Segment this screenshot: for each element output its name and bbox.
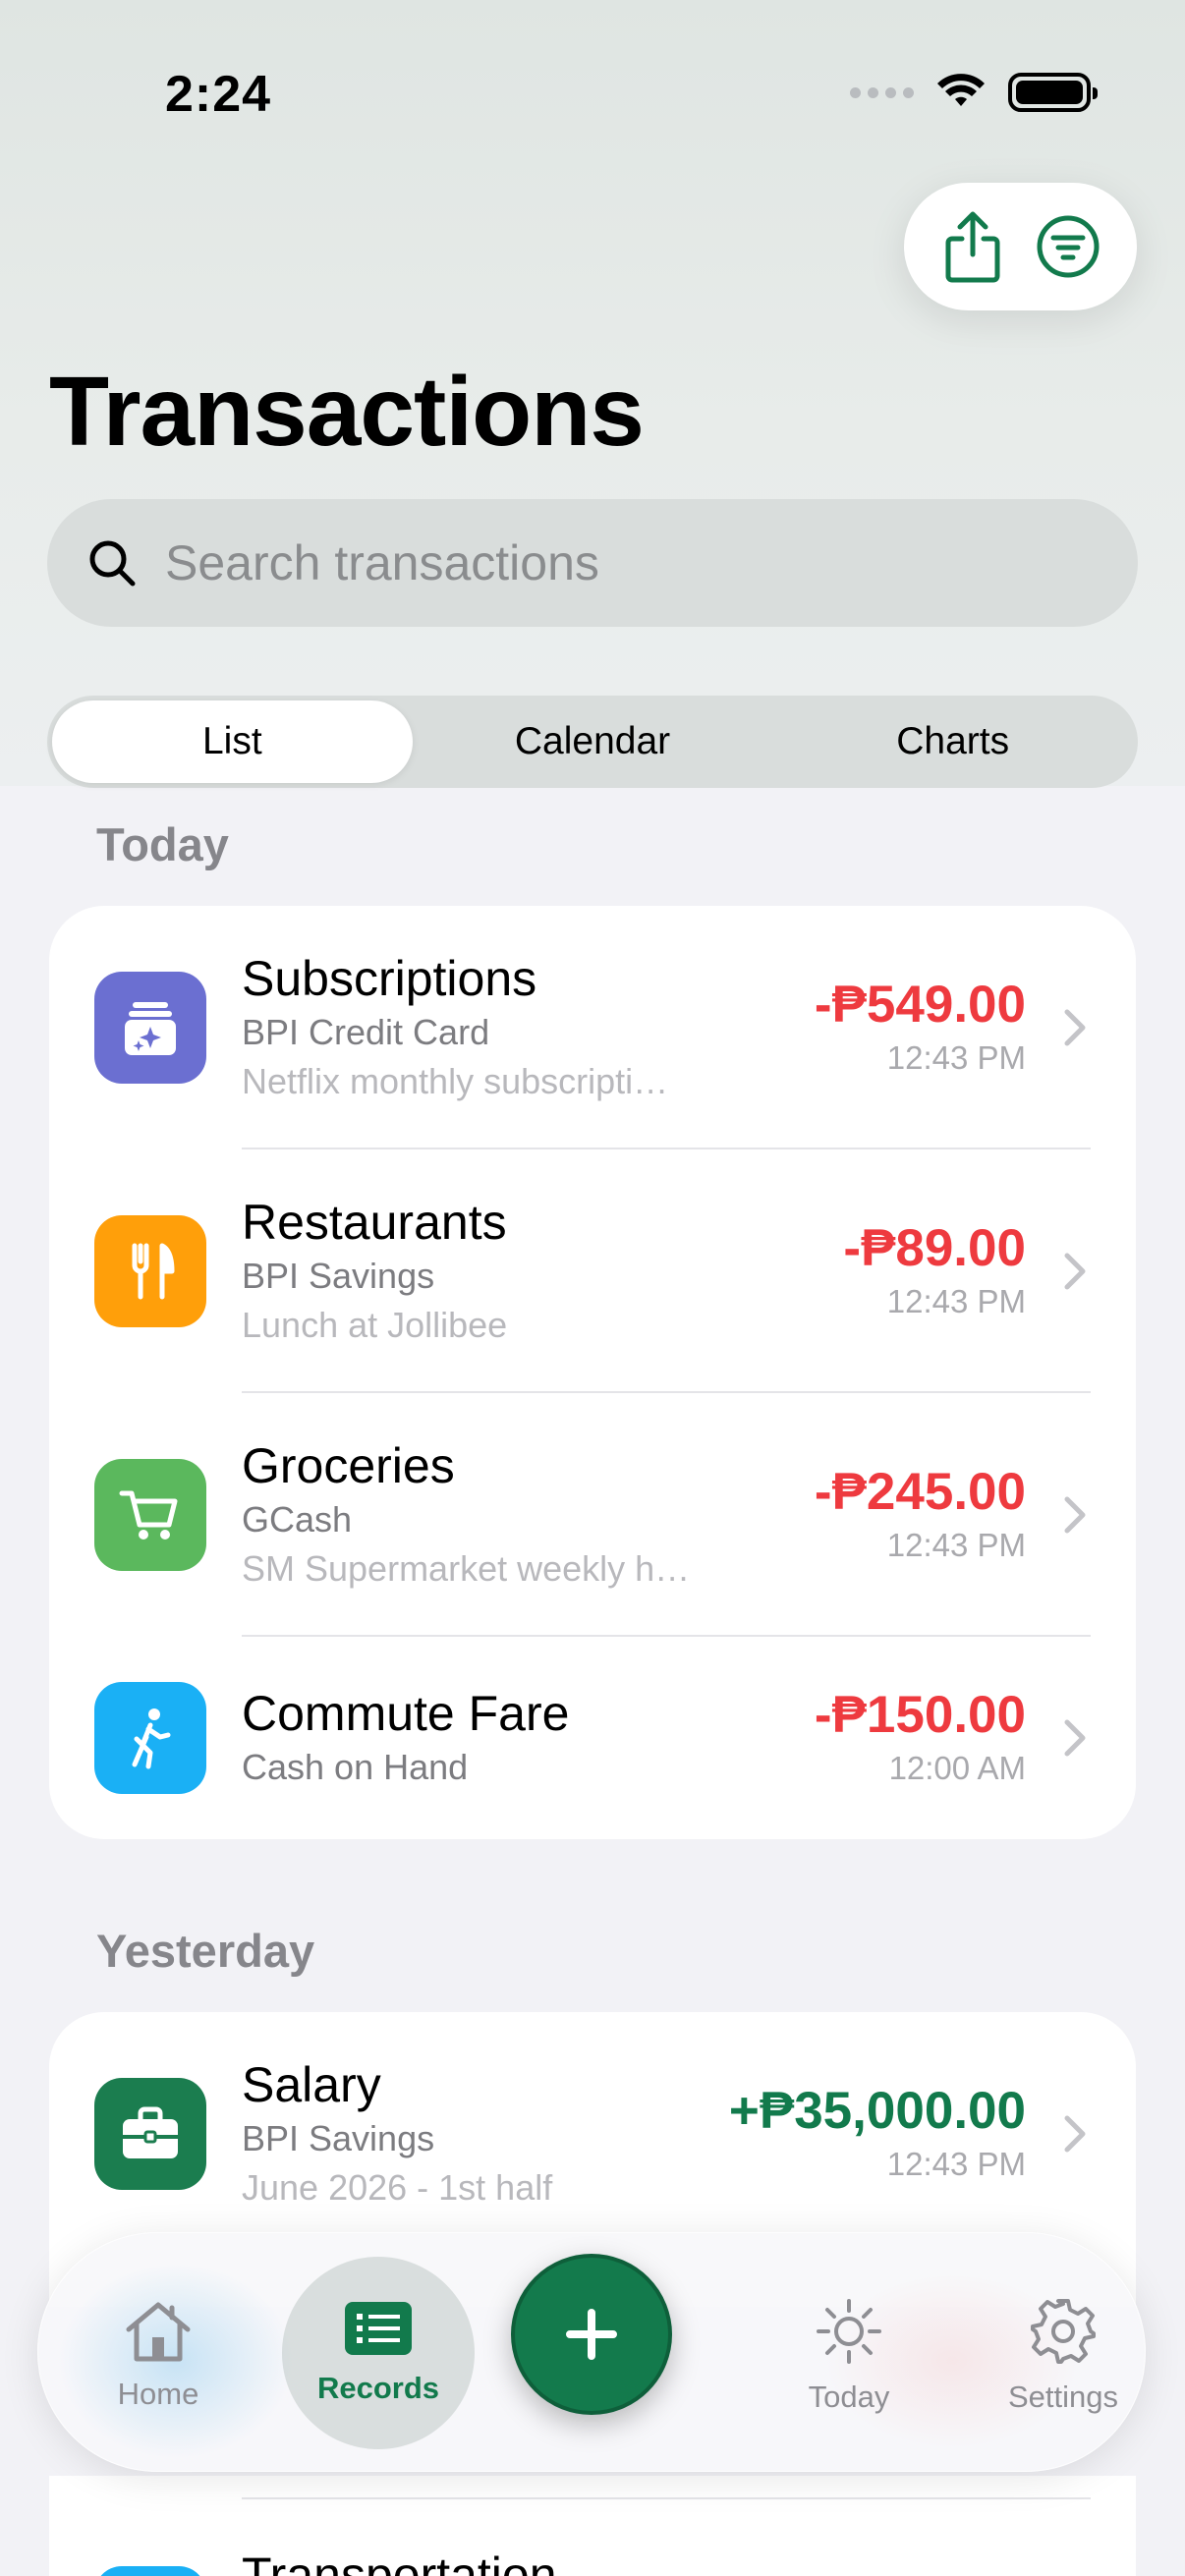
records-icon — [345, 2302, 412, 2355]
add-transaction-button[interactable] — [511, 2254, 672, 2415]
chevron-right-icon — [1064, 2115, 1086, 2153]
share-icon — [945, 211, 1000, 283]
chevron-right-icon — [1064, 1719, 1086, 1757]
section-label-today: Today — [96, 818, 229, 870]
chevron-right-icon — [1064, 1009, 1086, 1046]
transaction-note: Lunch at Jollibee — [242, 1305, 508, 1345]
search-input[interactable] — [165, 534, 1049, 591]
car-icon — [94, 2566, 206, 2576]
tab-label: Settings — [1007, 2380, 1118, 2414]
transaction-amount: -₱549.00 — [814, 976, 1026, 1034]
cellular-signal-icon — [850, 86, 914, 98]
segment-calendar[interactable]: Calendar — [413, 700, 773, 783]
transaction-amount: +₱35,000.00 — [728, 2082, 1026, 2140]
chevron-right-icon — [1064, 1253, 1086, 1290]
transaction-note: SM Supermarket weekly h… — [242, 1548, 691, 1589]
transaction-row[interactable]: Transportation — [49, 2476, 1136, 2576]
transaction-time: 12:43 PM — [886, 1039, 1026, 1076]
search-icon — [89, 540, 136, 587]
filter-icon — [1037, 215, 1100, 278]
transaction-note: Netflix monthly subscripti… — [242, 1061, 669, 1101]
search-bar[interactable] — [47, 499, 1138, 627]
gear-icon — [1031, 2299, 1096, 2364]
sun-icon — [817, 2299, 881, 2364]
transaction-category: Groceries — [242, 1438, 455, 1493]
view-segmented-control: List Calendar Charts — [47, 696, 1138, 788]
transaction-row[interactable]: Commute Fare Cash on Hand -₱150.00 12:00… — [49, 1637, 1136, 1839]
page-title: Transactions — [49, 357, 645, 467]
briefcase-icon — [94, 2078, 206, 2190]
transaction-category: Restaurants — [242, 1195, 507, 1250]
segment-list[interactable]: List — [52, 700, 413, 783]
segment-charts[interactable]: Charts — [772, 700, 1133, 783]
transaction-account: GCash — [242, 1499, 353, 1540]
tab-label: Records — [316, 2371, 440, 2405]
tab-label: Today — [808, 2380, 890, 2414]
filter-button[interactable] — [1031, 209, 1105, 284]
transaction-account: Cash on Hand — [242, 1747, 469, 1787]
row-divider — [242, 2497, 1091, 2499]
transaction-category: Salary — [242, 2057, 381, 2112]
fork-knife-icon — [94, 1215, 206, 1327]
transaction-category: Subscriptions — [242, 951, 537, 1006]
transaction-row[interactable]: Subscriptions BPI Credit Card Netflix mo… — [49, 906, 1136, 1149]
transaction-time: 12:00 AM — [888, 1750, 1026, 1786]
status-time: 2:24 — [165, 66, 272, 123]
walking-icon — [94, 1682, 206, 1794]
tab-records[interactable]: Records — [282, 2257, 475, 2449]
status-icons — [850, 73, 1098, 112]
wifi-icon — [937, 74, 985, 106]
transaction-time: 12:43 PM — [886, 1283, 1026, 1319]
transaction-amount: -₱245.00 — [814, 1463, 1026, 1521]
home-icon — [126, 2302, 191, 2362]
transaction-amount: -₱89.00 — [843, 1219, 1026, 1277]
transaction-row[interactable]: Groceries GCash SM Supermarket weekly h…… — [49, 1393, 1136, 1637]
subscriptions-icon — [94, 972, 206, 1084]
transaction-account: BPI Savings — [242, 2118, 435, 2158]
tab-settings[interactable]: Settings — [965, 2282, 1161, 2430]
tab-today[interactable]: Today — [751, 2282, 947, 2430]
section-label-yesterday: Yesterday — [96, 1925, 315, 1977]
transaction-account: BPI Savings — [242, 1256, 435, 1296]
tab-home[interactable]: Home — [60, 2282, 256, 2430]
transaction-row[interactable]: Restaurants BPI Savings Lunch at Jollibe… — [49, 1149, 1136, 1393]
transaction-amount: -₱150.00 — [814, 1686, 1026, 1744]
transaction-time: 12:43 PM — [886, 1527, 1026, 1563]
transaction-account: BPI Credit Card — [242, 1012, 490, 1052]
tab-label: Home — [117, 2377, 199, 2411]
transaction-row[interactable]: Salary BPI Savings June 2026 - 1st half … — [49, 2012, 1136, 2256]
transactions-card-today: Subscriptions BPI Credit Card Netflix mo… — [49, 906, 1136, 1839]
header-actions — [904, 183, 1137, 310]
transaction-category: Commute Fare — [242, 1686, 570, 1741]
transaction-category: Transportation — [242, 2548, 557, 2576]
transaction-time: 12:43 PM — [886, 2146, 1026, 2182]
plus-icon — [566, 2309, 617, 2360]
share-button[interactable] — [935, 209, 1010, 284]
chevron-right-icon — [1064, 1496, 1086, 1534]
battery-icon — [1008, 73, 1098, 112]
cart-icon — [94, 1459, 206, 1571]
transaction-note: June 2026 - 1st half — [242, 2167, 553, 2208]
